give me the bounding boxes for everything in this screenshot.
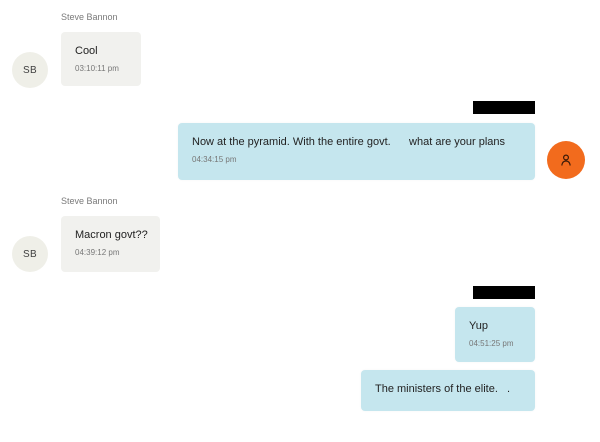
message-bubble-outgoing[interactable]: The ministers of the elite. . <box>361 370 535 411</box>
avatar: SB <box>12 236 48 272</box>
message-text: Macron govt?? <box>75 229 148 241</box>
sender-name: Steve Bannon <box>61 12 118 22</box>
message-time: 04:34:15 pm <box>192 155 237 164</box>
message-text: Yup <box>469 320 488 332</box>
message-bubble-incoming[interactable]: Macron govt?? 04:39:12 pm <box>61 216 160 272</box>
redaction-bar <box>473 101 535 114</box>
message-bubble-incoming[interactable]: Cool 03:10:11 pm <box>61 32 141 86</box>
message-text: Now at the pyramid. With the entire govt… <box>192 136 506 148</box>
message-text: The ministers of the elite. . <box>375 383 511 395</box>
message-bubble-outgoing[interactable]: Yup 04:51:25 pm <box>455 307 535 362</box>
message-time: 04:39:12 pm <box>75 248 120 257</box>
message-time: 03:10:11 pm <box>75 64 119 73</box>
redaction-bar <box>473 286 535 299</box>
sender-name: Steve Bannon <box>61 196 118 206</box>
user-avatar <box>547 141 585 179</box>
avatar: SB <box>12 52 48 88</box>
message-text: Cool <box>75 45 98 57</box>
message-time: 04:51:25 pm <box>469 339 514 348</box>
person-icon <box>561 154 571 166</box>
message-bubble-outgoing[interactable]: Now at the pyramid. With the entire govt… <box>178 123 535 180</box>
